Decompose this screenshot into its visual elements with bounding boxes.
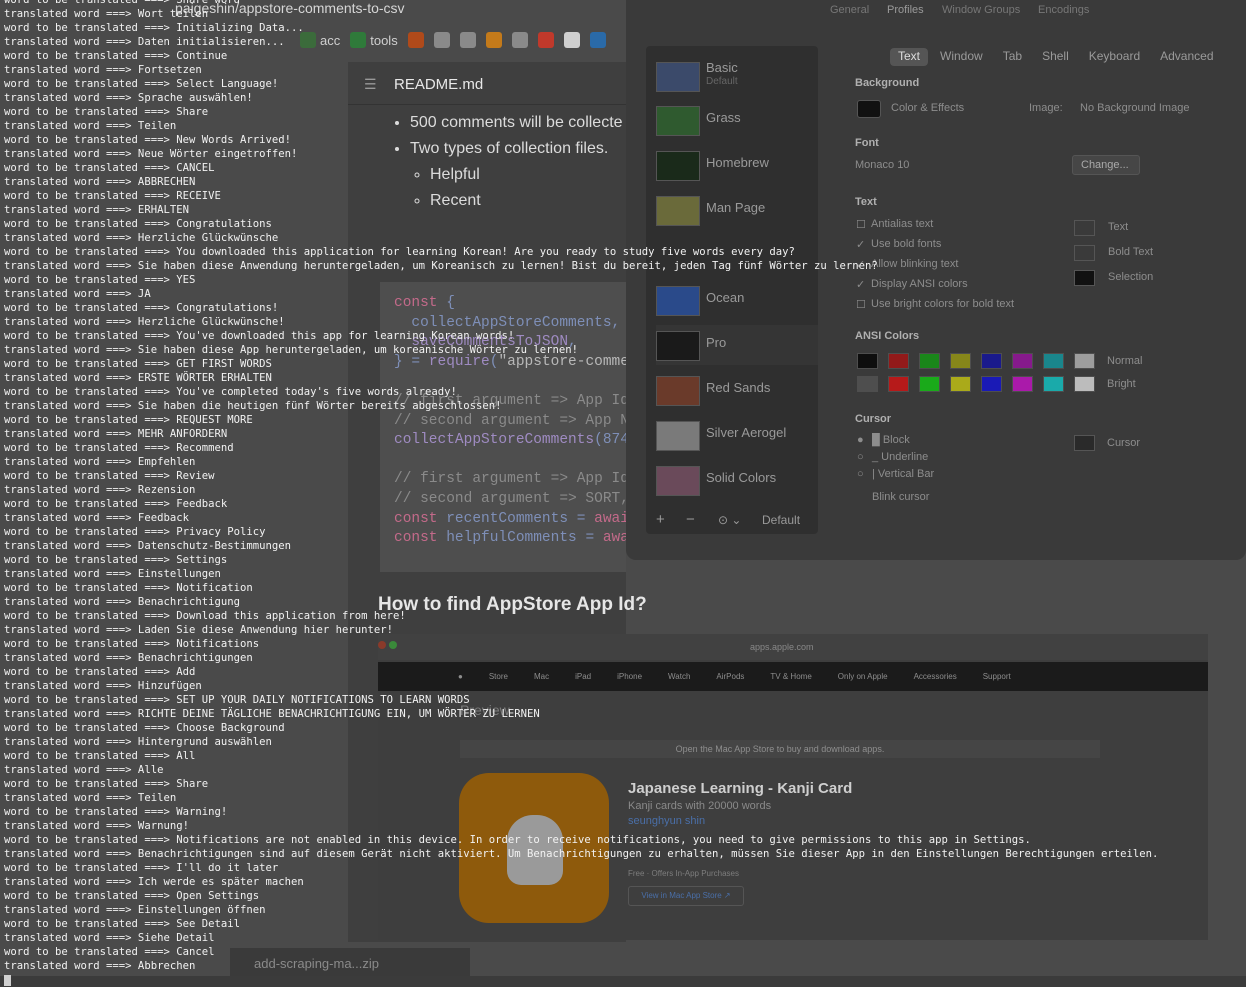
terminal-line: word to be translated ===> Notifications… [4, 834, 1031, 846]
tab-advanced[interactable]: Advanced [1152, 48, 1221, 66]
terminal-line: word to be translated ===> New Words Arr… [4, 134, 292, 146]
terminal-line: translated word ===> Laden Sie diese Anw… [4, 624, 394, 636]
terminal-line: translated word ===> Wort teilen [4, 8, 209, 20]
terminal-line: translated word ===> Herzliche Glückwüns… [4, 316, 285, 328]
terminal-line: translated word ===> Feedback [4, 512, 189, 524]
terminal-line: translated word ===> MEHR ANFORDERN [4, 428, 228, 440]
terminal-line: translated word ===> Siehe Detail [4, 932, 215, 944]
terminal-line: translated word ===> Herzliche Glückwüns… [4, 232, 279, 244]
terminal-line: word to be translated ===> You downloade… [4, 246, 795, 258]
terminal-line: translated word ===> ERSTE WÖRTER ERHALT… [4, 372, 272, 384]
terminal-line: word to be translated ===> Continue [4, 50, 228, 62]
terminal-line: translated word ===> Hinzufügen [4, 680, 202, 692]
terminal-line: word to be translated ===> Feedback [4, 498, 228, 510]
terminal-line: translated word ===> Datenschutz-Bestimm… [4, 540, 292, 552]
terminal-line: word to be translated ===> Open Settings [4, 890, 260, 902]
terminal-line: translated word ===> Sie haben diese Anw… [4, 260, 878, 272]
terminal-line: word to be translated ===> See Detail [4, 918, 240, 930]
terminal-line: translated word ===> JA [4, 288, 151, 300]
terminal-line: word to be translated ===> Notification [4, 582, 253, 594]
terminal-output: word to be translated ===> Share word tra… [4, 0, 1158, 987]
terminal-line: translated word ===> Einstellungen [4, 568, 221, 580]
terminal-line: word to be translated ===> Initializing … [4, 22, 304, 34]
terminal-line: translated word ===> Fortsetzen [4, 64, 202, 76]
terminal-line: translated word ===> Einstellungen öffne… [4, 904, 266, 916]
terminal-line: translated word ===> Benachrichtigungen … [4, 848, 1159, 860]
terminal-line: word to be translated ===> Notifications [4, 638, 260, 650]
terminal-line: translated word ===> Empfehlen [4, 456, 196, 468]
terminal-line: word to be translated ===> GET FIRST WOR… [4, 358, 272, 370]
terminal-line: word to be translated ===> Share [4, 106, 209, 118]
terminal-line: translated word ===> Alle [4, 764, 164, 776]
terminal-line: translated word ===> Benachrichtigung [4, 596, 240, 608]
terminal-line: translated word ===> Warnung! [4, 820, 189, 832]
terminal-line: word to be translated ===> Privacy Polic… [4, 526, 266, 538]
terminal-line: word to be translated ===> All [4, 750, 196, 762]
terminal-line: word to be translated ===> Recommend [4, 442, 234, 454]
terminal-line: translated word ===> Abbrechen [4, 960, 196, 972]
terminal-line: translated word ===> Rezension [4, 484, 196, 496]
terminal-line: word to be translated ===> SET UP YOUR D… [4, 694, 470, 706]
terminal-line: word to be translated ===> Warning! [4, 806, 228, 818]
terminal-line: translated word ===> Sie haben die heuti… [4, 400, 502, 412]
terminal-line: word to be translated ===> I'll do it la… [4, 862, 279, 874]
terminal-line: word to be translated ===> Review [4, 470, 215, 482]
terminal-line: word to be translated ===> Choose Backgr… [4, 722, 285, 734]
terminal-line: word to be translated ===> Congratulatio… [4, 218, 272, 230]
terminal-line: translated word ===> Benachrichtigungen [4, 652, 253, 664]
terminal-cursor[interactable] [4, 974, 11, 986]
terminal-line: word to be translated ===> You've comple… [4, 386, 457, 398]
terminal-line: word to be translated ===> Select Langua… [4, 78, 279, 90]
terminal-line: translated word ===> Sprache auswählen! [4, 92, 253, 104]
terminal-line: word to be translated ===> REQUEST MORE [4, 414, 253, 426]
terminal-line: translated word ===> Sie haben diese App… [4, 344, 579, 356]
terminal-line: translated word ===> Teilen [4, 120, 177, 132]
terminal-line: translated word ===> Hintergrund auswähl… [4, 736, 272, 748]
terminal-line: word to be translated ===> You've downlo… [4, 330, 515, 342]
terminal-line: translated word ===> ERHALTEN [4, 204, 189, 216]
terminal-line: word to be translated ===> Download this… [4, 610, 406, 622]
terminal-line: translated word ===> ABBRECHEN [4, 176, 196, 188]
terminal-line: word to be translated ===> Congratulatio… [4, 302, 279, 314]
terminal-line: word to be translated ===> RECEIVE [4, 190, 221, 202]
terminal-line: word to be translated ===> Share word [4, 0, 240, 6]
terminal-line: word to be translated ===> CANCEL [4, 162, 215, 174]
terminal-line: word to be translated ===> Share [4, 778, 209, 790]
terminal-line: word to be translated ===> Cancel [4, 946, 215, 958]
terminal-line: translated word ===> Ich werde es später… [4, 876, 304, 888]
terminal-line: word to be translated ===> Settings [4, 554, 228, 566]
terminal-line: translated word ===> Neue Wörter eingetr… [4, 148, 298, 160]
terminal-line: translated word ===> Daten initialisiere… [4, 36, 285, 48]
terminal-line: word to be translated ===> Add [4, 666, 196, 678]
terminal-line: translated word ===> RICHTE DEINE TÄGLIC… [4, 708, 540, 720]
terminal-line: translated word ===> Teilen [4, 792, 177, 804]
terminal-line: word to be translated ===> YES [4, 274, 196, 286]
